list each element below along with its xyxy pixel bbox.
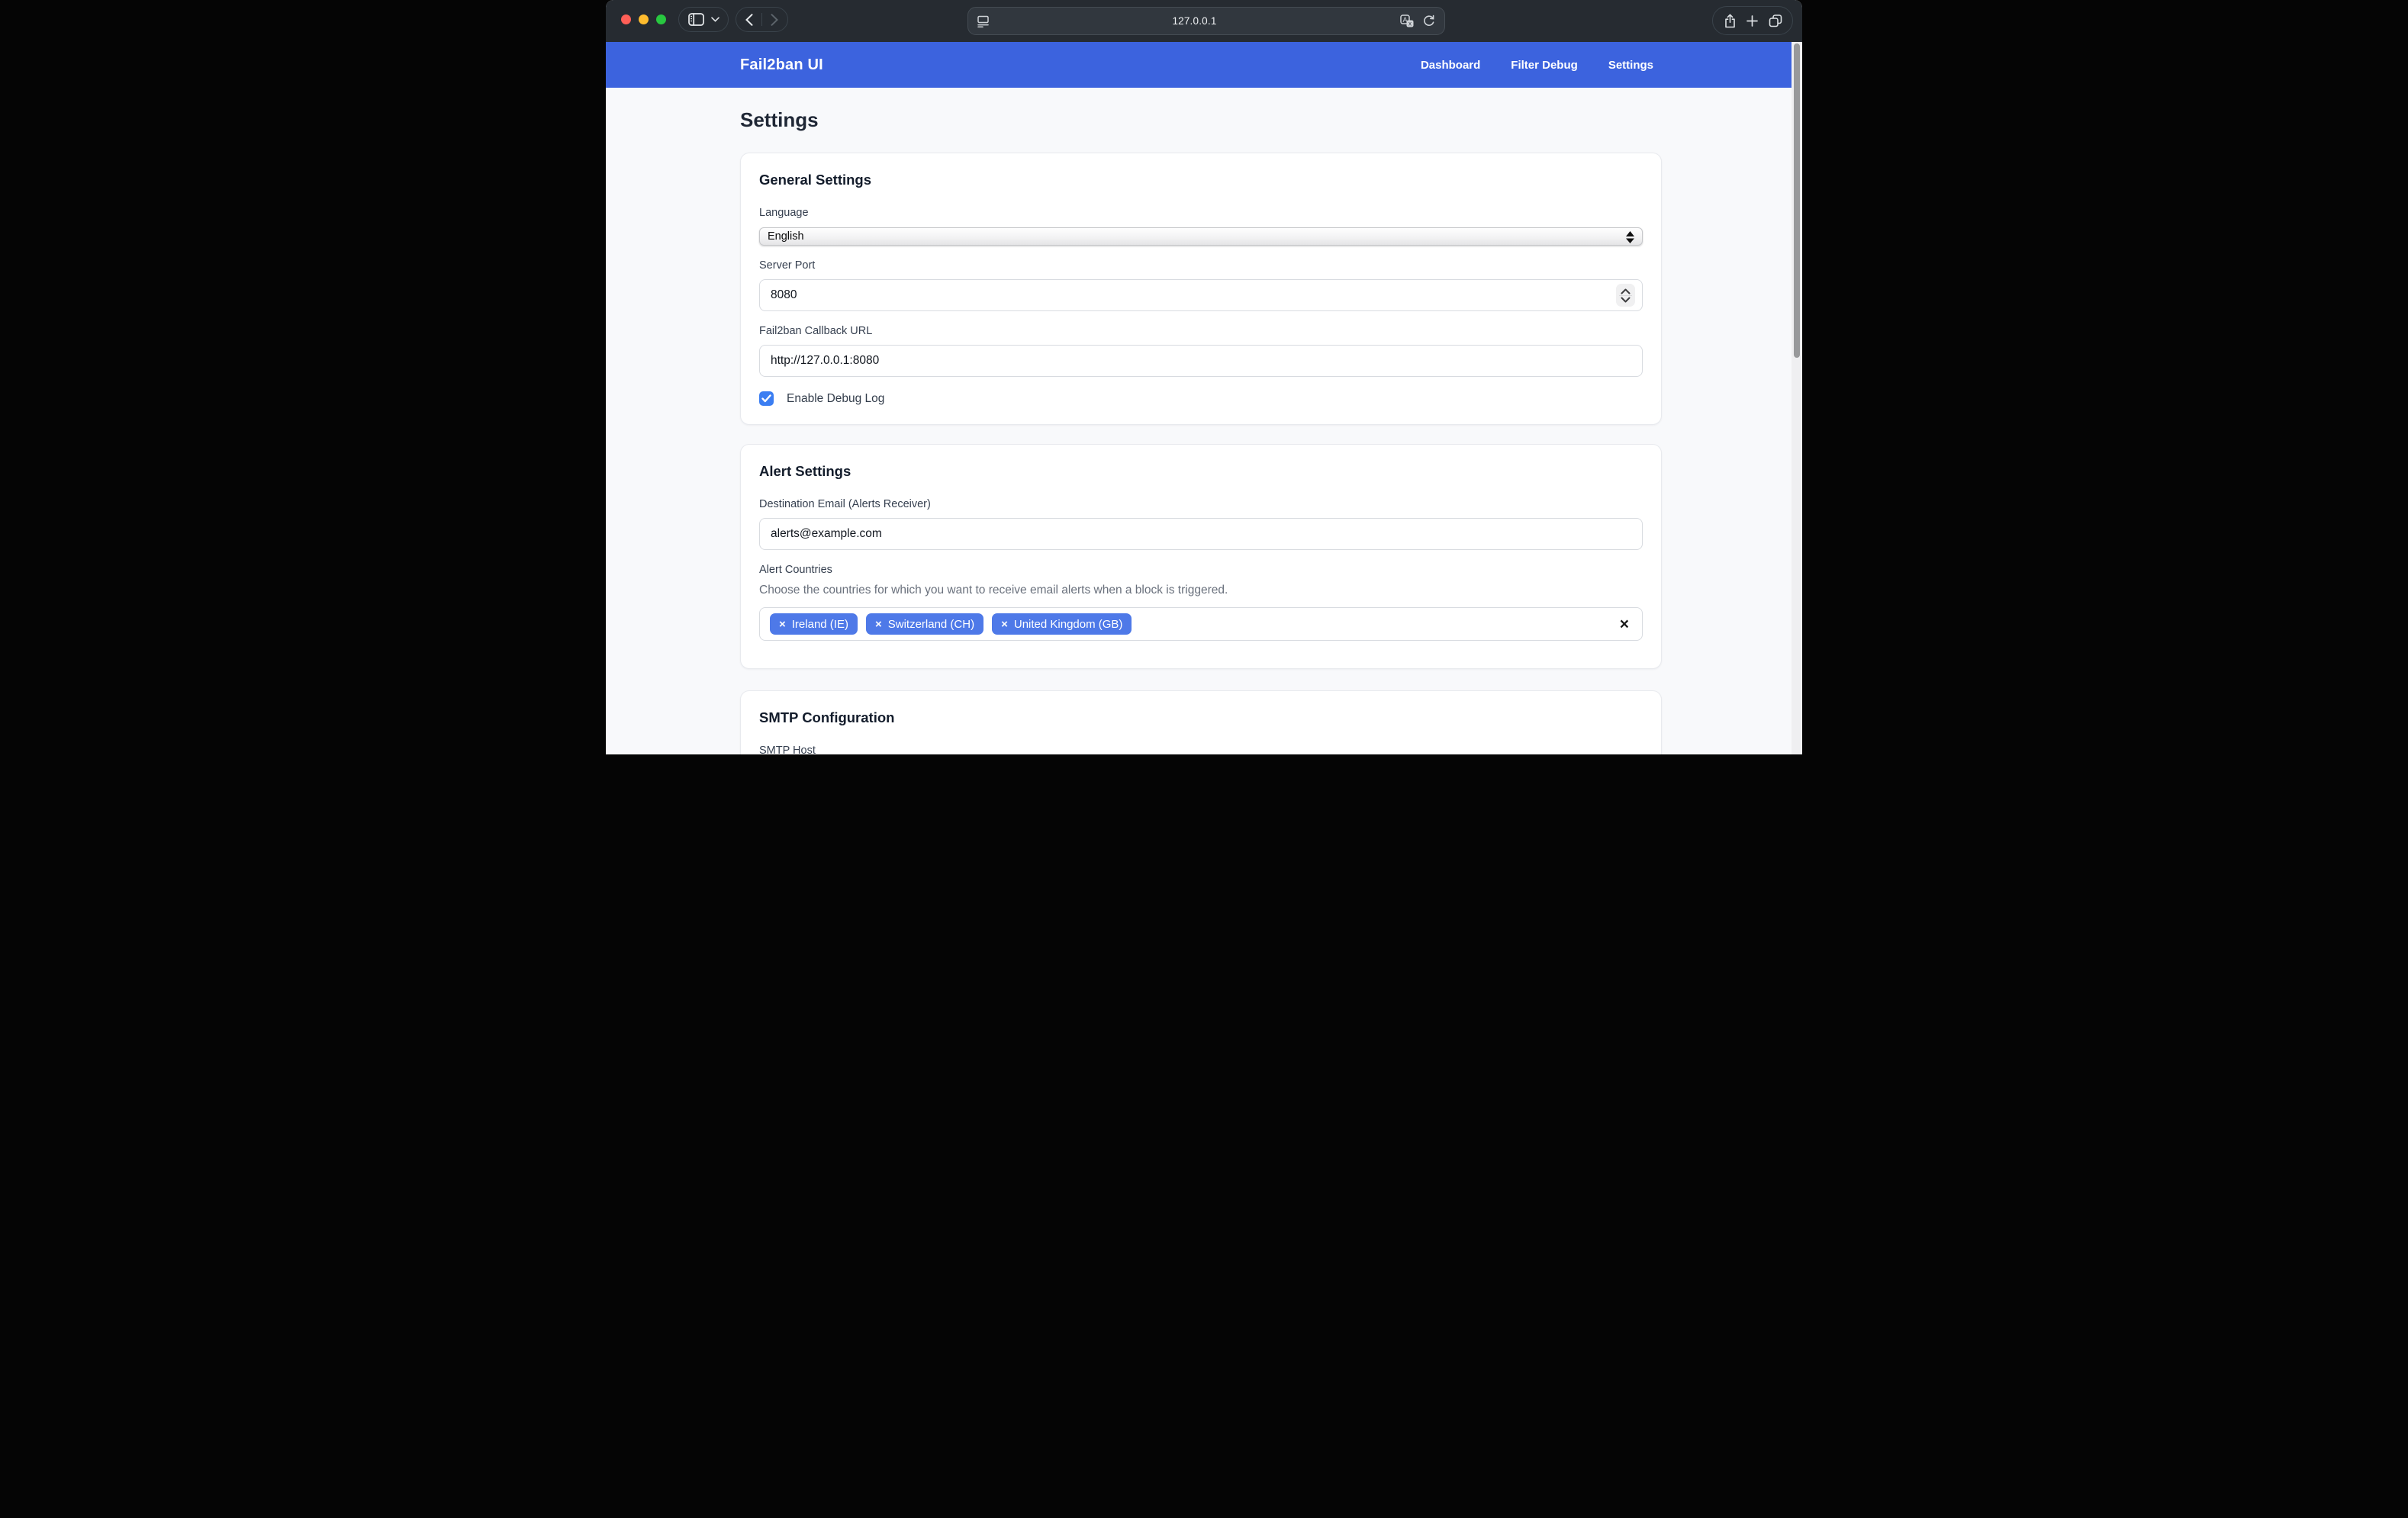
country-tag-label: United Kingdom (GB) — [1014, 618, 1123, 631]
clear-all-icon[interactable]: × — [1620, 616, 1629, 632]
sidebar-icon[interactable] — [688, 13, 704, 26]
forward-button[interactable] — [762, 14, 787, 26]
language-select[interactable]: English — [759, 227, 1643, 246]
history-nav-group — [736, 7, 788, 32]
sidebar-toggle-group[interactable] — [678, 7, 729, 32]
page-title: Settings — [740, 108, 1802, 132]
number-stepper[interactable] — [1616, 284, 1635, 307]
debug-log-label[interactable]: Enable Debug Log — [787, 392, 884, 406]
alert-countries-field[interactable]: × Ireland (IE) × Switzerland (CH) × United Ki… — [759, 607, 1643, 641]
callback-url-label: Fail2ban Callback URL — [759, 325, 1643, 337]
traffic-lights — [621, 14, 666, 24]
settings-container: General Settings Language English Server… — [740, 153, 1662, 754]
browser-window: 127.0.0.1 A x — [606, 0, 1802, 754]
smtp-configuration-title: SMTP Configuration — [759, 709, 1643, 726]
url-text[interactable]: 127.0.0.1 — [989, 15, 1400, 27]
debug-log-row: Enable Debug Log — [759, 391, 1643, 406]
app-navbar: Fail2ban UI Dashboard Filter Debug Setti… — [606, 42, 1802, 88]
destination-email-input[interactable] — [759, 518, 1643, 550]
page-content: Settings General Settings Language Engli… — [606, 108, 1802, 754]
country-tag[interactable]: × United Kingdom (GB) — [992, 613, 1132, 635]
close-window-button[interactable] — [621, 14, 631, 24]
window-actions-group — [1712, 6, 1793, 35]
nav-link-filter-debug[interactable]: Filter Debug — [1511, 59, 1578, 72]
zoom-window-button[interactable] — [656, 14, 666, 24]
app-brand[interactable]: Fail2ban UI — [740, 56, 823, 74]
scrollbar-track[interactable] — [1792, 42, 1802, 754]
translate-icon[interactable]: A x — [1400, 14, 1414, 27]
alert-countries-label: Alert Countries — [759, 564, 1643, 576]
alert-settings-title: Alert Settings — [759, 463, 1643, 480]
svg-text:x: x — [1408, 21, 1412, 27]
share-icon[interactable] — [1724, 14, 1737, 28]
scrollbar-thumb[interactable] — [1794, 43, 1800, 358]
alert-settings-card: Alert Settings Destination Email (Alerts… — [740, 444, 1662, 669]
select-arrows-icon — [1625, 230, 1635, 244]
new-tab-icon[interactable] — [1746, 15, 1758, 27]
remove-tag-icon[interactable]: × — [779, 619, 786, 630]
country-tag[interactable]: × Ireland (IE) — [770, 613, 858, 635]
remove-tag-icon[interactable]: × — [1001, 619, 1008, 630]
address-bar[interactable]: 127.0.0.1 A x — [967, 7, 1445, 35]
smtp-configuration-card: SMTP Configuration SMTP Host — [740, 690, 1662, 754]
language-label: Language — [759, 207, 1643, 219]
destination-email-label: Destination Email (Alerts Receiver) — [759, 498, 1643, 510]
server-port-input[interactable] — [759, 279, 1643, 311]
reload-icon[interactable] — [1423, 14, 1435, 27]
page-settings-icon[interactable] — [977, 15, 989, 27]
country-tag-label: Switzerland (CH) — [888, 618, 974, 631]
browser-chrome: 127.0.0.1 A x — [606, 0, 1802, 42]
back-button[interactable] — [737, 14, 761, 26]
address-bar-actions: A x — [1400, 14, 1435, 27]
general-settings-title: General Settings — [759, 172, 1643, 188]
tab-overview-icon[interactable] — [1769, 14, 1782, 27]
country-tags: × Ireland (IE) × Switzerland (CH) × United Ki… — [770, 613, 1132, 635]
smtp-host-label: SMTP Host — [759, 745, 1643, 754]
debug-log-checkbox[interactable] — [759, 391, 774, 406]
remove-tag-icon[interactable]: × — [875, 619, 882, 630]
chevron-down-icon[interactable] — [711, 17, 720, 22]
language-select-value: English — [768, 230, 804, 243]
callback-url-input[interactable] — [759, 345, 1643, 377]
country-tag[interactable]: × Switzerland (CH) — [866, 613, 983, 635]
minimize-window-button[interactable] — [639, 14, 649, 24]
alert-countries-help: Choose the countries for which you want … — [759, 584, 1643, 597]
general-settings-card: General Settings Language English Server… — [740, 153, 1662, 425]
country-tag-label: Ireland (IE) — [792, 618, 848, 631]
nav-links: Dashboard Filter Debug Settings — [1421, 59, 1653, 72]
nav-link-settings[interactable]: Settings — [1608, 59, 1653, 72]
nav-link-dashboard[interactable]: Dashboard — [1421, 59, 1480, 72]
server-port-label: Server Port — [759, 259, 1643, 272]
